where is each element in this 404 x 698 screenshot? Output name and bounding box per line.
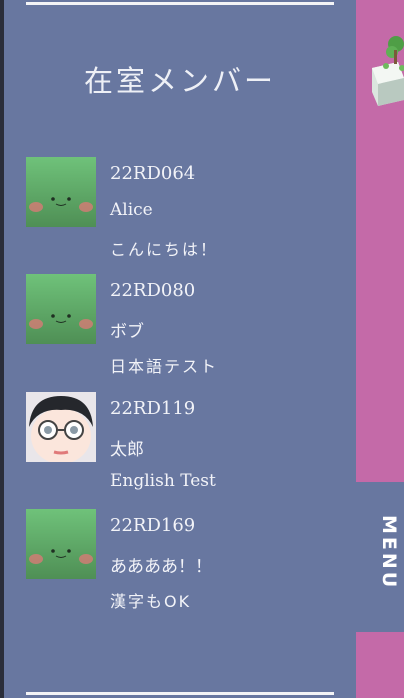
member-item[interactable]: 22RD064 Alice こんにちは！ [26, 157, 346, 267]
member-id: 22RD080 [110, 280, 196, 301]
green-face-avatar [26, 274, 96, 344]
panel-title: 在室メンバー [83, 64, 276, 98]
floating-island-scene [364, 28, 404, 128]
member-item[interactable]: 22RD169 ああああ！！ 漢字もOK [26, 509, 346, 619]
member-name: Alice [110, 200, 153, 220]
member-item[interactable]: 22RD080 ボブ 日本語テスト [26, 274, 346, 384]
member-message: こんにちは！ [110, 240, 219, 259]
glasses-boy-avatar [26, 392, 96, 462]
member-name: ボブ [110, 322, 144, 342]
member-item[interactable]: 22RD119 太郎 English Test [26, 392, 346, 502]
member-panel: 在室メンバー 22RD064 Alice こんにちは！ 22RD080 ボブ 日… [4, 0, 356, 698]
member-message: 日本語テスト [110, 357, 219, 376]
member-message: 漢字もOK [110, 592, 192, 611]
member-id: 22RD169 [110, 515, 196, 536]
member-name: 太郎 [110, 440, 144, 460]
bottom-divider [26, 692, 334, 695]
green-face-avatar [26, 509, 96, 579]
green-face-avatar [26, 157, 96, 227]
member-id: 22RD119 [110, 398, 196, 419]
member-name: ああああ！！ [110, 557, 212, 577]
member-id: 22RD064 [110, 163, 196, 184]
member-message: English Test [110, 471, 216, 491]
top-divider [26, 2, 334, 5]
menu-button-label[interactable]: MENU [360, 515, 400, 615]
